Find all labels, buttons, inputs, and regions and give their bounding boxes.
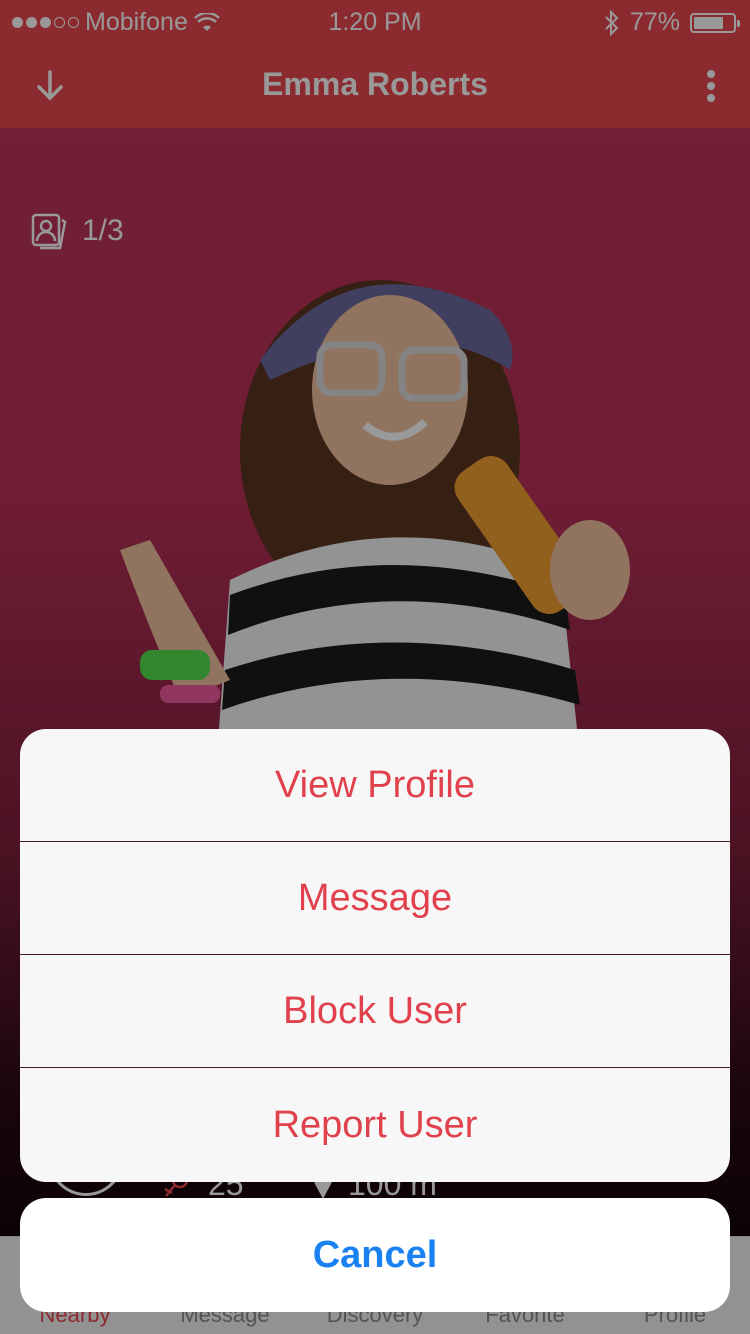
message-button[interactable]: Message [20, 842, 730, 955]
action-sheet: View Profile Message Block User Report U… [20, 729, 730, 1182]
report-user-button[interactable]: Report User [20, 1068, 730, 1182]
block-user-button[interactable]: Block User [20, 955, 730, 1068]
cancel-button[interactable]: Cancel [20, 1198, 730, 1312]
view-profile-button[interactable]: View Profile [20, 729, 730, 842]
